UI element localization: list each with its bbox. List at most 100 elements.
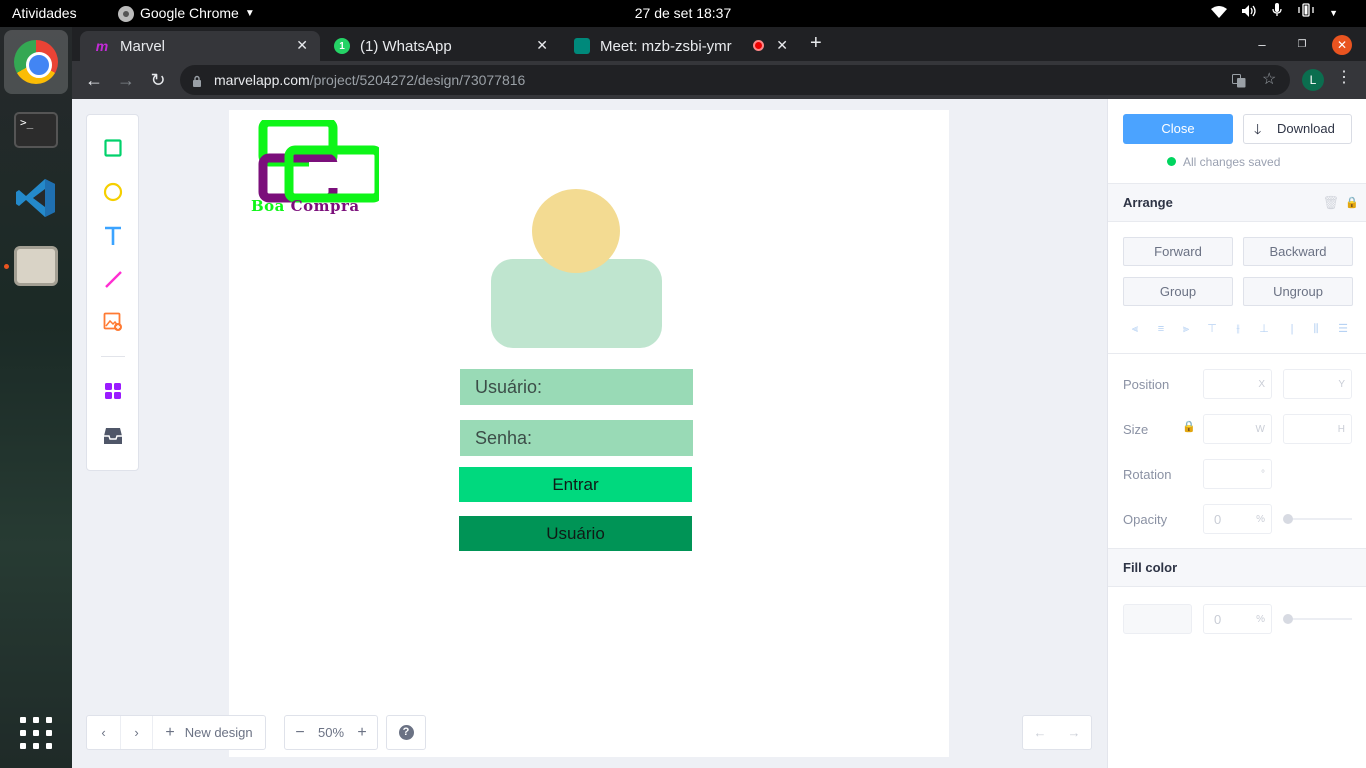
rectangle-tool-icon[interactable]	[100, 135, 126, 161]
tab-marvel[interactable]: m Marvel ✕	[80, 31, 320, 61]
grid-dot	[20, 730, 26, 736]
position-y-input[interactable]: Y	[1283, 369, 1352, 399]
prev-design-button[interactable]: ‹	[87, 716, 121, 749]
inbox-icon[interactable]	[100, 423, 126, 449]
align-right-icon[interactable]: ⫸	[1179, 323, 1193, 335]
new-tab-button[interactable]: +	[810, 32, 822, 55]
group-button[interactable]: Group	[1123, 277, 1233, 306]
aspect-lock-icon[interactable]: 🔒	[1182, 420, 1196, 433]
show-applications-button[interactable]	[20, 717, 52, 749]
rotation-input[interactable]: °	[1203, 459, 1272, 489]
system-tray[interactable]: ▼	[1211, 0, 1338, 27]
logo-text: Boa Compra	[251, 197, 360, 215]
address-bar[interactable]: marvelapp.com/project/5204272/design/730…	[180, 65, 1290, 95]
bookmark-star-icon[interactable]: ☆	[1262, 65, 1276, 95]
distribute-horizontal-icon[interactable]: ⫼	[1309, 323, 1323, 335]
power-menu-icon[interactable]: ▼	[1329, 0, 1338, 27]
size-w-input[interactable]: W	[1203, 414, 1272, 444]
tab-whatsapp[interactable]: 1 (1) WhatsApp ✕	[320, 31, 560, 61]
login-button[interactable]: Entrar	[459, 467, 692, 502]
user-button[interactable]: Usuário	[459, 516, 692, 551]
distribute-vertical-icon[interactable]: ☰	[1336, 323, 1350, 335]
battery-icon[interactable]	[1297, 0, 1315, 27]
forward-button[interactable]: Forward	[1123, 237, 1233, 266]
zoom-in-button[interactable]: +	[347, 716, 377, 749]
tab-title: Meet: mzb-zsbi-ymr	[600, 37, 732, 55]
translate-icon[interactable]	[1232, 65, 1246, 95]
opacity-slider-knob[interactable]	[1283, 514, 1293, 524]
new-design-button[interactable]: + New design	[153, 716, 265, 749]
grid-dot	[20, 743, 26, 749]
align-top-icon[interactable]: ⊤	[1205, 323, 1219, 335]
align-left-icon[interactable]: ⫷	[1128, 323, 1142, 335]
wifi-icon[interactable]	[1211, 0, 1228, 27]
username-field[interactable]: Usuário:	[460, 369, 693, 405]
forward-button[interactable]: →	[113, 67, 139, 93]
redo-icon[interactable]: →	[1057, 716, 1091, 749]
size-h-input[interactable]: H	[1283, 414, 1352, 444]
close-button[interactable]: Close	[1123, 114, 1233, 144]
help-button[interactable]: ?	[386, 715, 426, 750]
position-x-input[interactable]: X	[1203, 369, 1272, 399]
dock-terminal[interactable]: >_	[4, 98, 68, 162]
microphone-icon[interactable]	[1271, 0, 1283, 27]
text-tool-icon[interactable]	[100, 223, 126, 249]
zoom-out-button[interactable]: −	[285, 716, 315, 749]
fill-opacity-value: 0	[1214, 612, 1222, 627]
tab-strip: m Marvel ✕ 1 (1) WhatsApp ✕ Meet: mzb-zs…	[72, 27, 1366, 61]
password-field[interactable]: Senha:	[460, 420, 693, 456]
opacity-slider-track[interactable]	[1286, 518, 1352, 520]
next-design-button[interactable]: ›	[121, 716, 153, 749]
undo-icon[interactable]: ←	[1023, 716, 1057, 749]
backward-button[interactable]: Backward	[1243, 237, 1353, 266]
dock-chrome[interactable]	[4, 30, 68, 94]
activities-button[interactable]: Atividades	[12, 0, 77, 27]
trash-icon[interactable]: 🗑	[1322, 184, 1339, 222]
volume-icon[interactable]	[1241, 0, 1257, 27]
grid-dot	[20, 717, 26, 723]
design-canvas[interactable]: Boa Compra Usuário: Senha: Entrar Usuári…	[229, 110, 949, 757]
fill-opacity-slider-track[interactable]	[1286, 618, 1352, 620]
zoom-level[interactable]: 50%	[315, 716, 347, 749]
fill-opacity-input[interactable]: 0 %	[1203, 604, 1272, 634]
align-middle-icon[interactable]: ⫲	[1231, 323, 1245, 335]
image-tool-icon[interactable]	[100, 309, 126, 335]
app-menu[interactable]: Google Chrome ▼	[118, 0, 255, 27]
profile-avatar[interactable]: L	[1302, 69, 1324, 91]
minimize-button[interactable]: –	[1252, 35, 1272, 55]
avatar-head-shape[interactable]	[532, 189, 620, 273]
lock-icon[interactable]: 🔒	[1345, 184, 1359, 222]
size-label: Size	[1123, 422, 1149, 437]
tab-meet[interactable]: Meet: mzb-zsbi-ymr ✕	[560, 31, 800, 61]
reload-button[interactable]: ↻	[145, 67, 171, 93]
close-window-button[interactable]: ✕	[1332, 35, 1352, 55]
design-navigation: ‹ › + New design	[86, 715, 266, 750]
plus-icon: +	[165, 723, 175, 741]
line-tool-icon[interactable]	[100, 266, 126, 292]
dock-vscode[interactable]	[4, 166, 68, 230]
download-button[interactable]: 🡓 Download	[1243, 114, 1352, 144]
components-icon[interactable]	[100, 378, 126, 404]
close-icon[interactable]: ✕	[296, 37, 308, 54]
opacity-input[interactable]: 0 %	[1203, 504, 1272, 534]
maximize-button[interactable]: ❐	[1292, 35, 1312, 55]
align-bottom-icon[interactable]: ⊥	[1257, 323, 1271, 335]
position-label: Position	[1123, 377, 1170, 392]
close-icon[interactable]: ✕	[776, 37, 788, 54]
fill-color-swatch[interactable]	[1123, 604, 1192, 634]
more-menu-icon[interactable]: ⋮	[1336, 67, 1352, 87]
chevron-down-icon: ▼	[244, 8, 255, 19]
align-center-icon[interactable]: ≡	[1154, 323, 1168, 335]
ungroup-button[interactable]: Ungroup	[1243, 277, 1353, 306]
logo-word: Compra	[290, 197, 360, 215]
fill-opacity-slider-knob[interactable]	[1283, 614, 1293, 624]
tab-title: Marvel	[120, 37, 166, 55]
url-host: marvelapp.com	[214, 72, 310, 88]
marvel-editor: Boa Compra Usuário: Senha: Entrar Usuári…	[72, 99, 1366, 768]
files-icon	[14, 246, 58, 286]
dock-files[interactable]	[4, 234, 68, 298]
close-icon[interactable]: ✕	[536, 37, 548, 54]
back-button[interactable]: ←	[81, 67, 107, 93]
clock[interactable]: 27 de set 18:37	[635, 5, 732, 21]
ellipse-tool-icon[interactable]	[100, 179, 126, 205]
